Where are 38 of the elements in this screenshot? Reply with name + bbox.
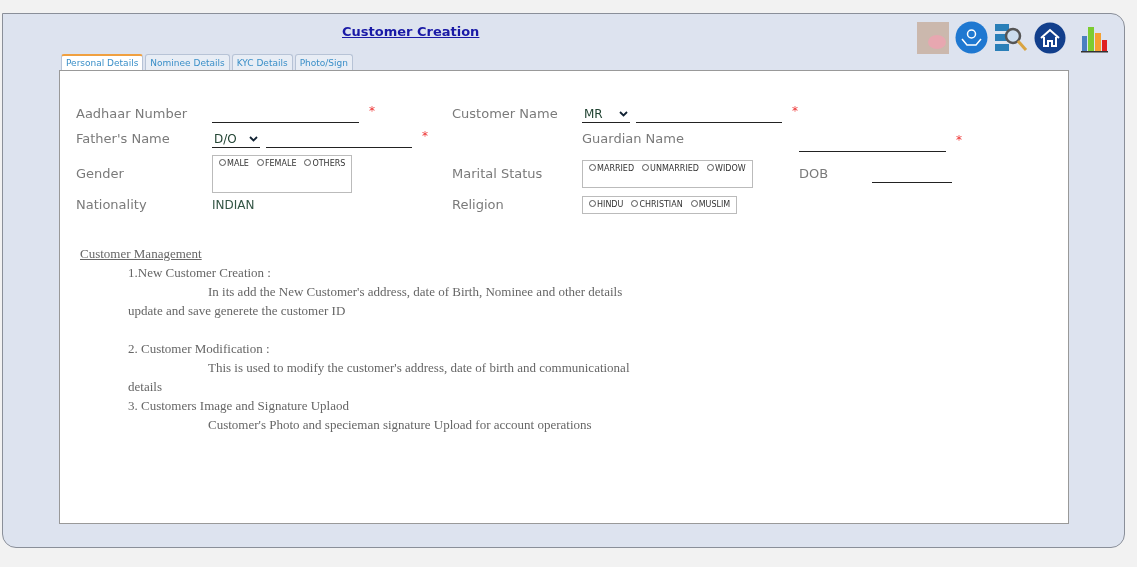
- relation-select[interactable]: D/O: [212, 130, 260, 148]
- radio-option[interactable]: OTHERS: [304, 159, 346, 168]
- field-label: Customer Name: [452, 106, 559, 121]
- radio-option[interactable]: MUSLIM: [690, 200, 731, 209]
- field-label: Religion: [452, 197, 505, 212]
- page-title[interactable]: Customer Creation: [342, 24, 480, 39]
- caret-icon: [249, 135, 258, 142]
- required-mark: *: [792, 104, 798, 118]
- field-label: Marital Status: [452, 166, 544, 181]
- help-paragraph: Customer's Photo and specieman signature Upload for account operations: [207, 416, 593, 434]
- help-section-title: 2. Customer Modification :: [128, 340, 271, 358]
- radio-option[interactable]: WIDOW: [707, 164, 746, 173]
- caret-icon: [619, 110, 628, 117]
- field-label: DOB: [799, 166, 830, 181]
- radio-option[interactable]: FEMALE: [256, 159, 297, 168]
- help-section-title: 3. Customers Image and Signature Uplaod: [128, 397, 350, 415]
- field-value: INDIAN: [212, 197, 256, 212]
- required-mark: *: [422, 129, 428, 143]
- radio-option[interactable]: CHRISTIAN: [631, 200, 683, 209]
- help-section-title: 1.New Customer Creation :: [128, 264, 272, 282]
- field-label: Father's Name: [76, 131, 171, 146]
- radio-option[interactable]: MARRIED: [589, 164, 635, 173]
- field-label: Aadhaar Number: [76, 106, 188, 121]
- radio-option[interactable]: HINDU: [589, 200, 624, 209]
- tab[interactable]: Personal Details: [61, 54, 144, 70]
- search-icon[interactable]: [994, 21, 1028, 54]
- help-paragraph: In its add the New Customer's address, date of Birth, Nominee and other details update and save generete the customer ID: [128, 283, 624, 320]
- field-label: Guardian Name: [582, 131, 685, 146]
- radio-option[interactable]: MALE: [219, 159, 249, 168]
- required-mark: *: [369, 104, 375, 118]
- field-label: Nationality: [76, 197, 148, 212]
- home-icon[interactable]: [1034, 21, 1066, 54]
- help-heading: Customer Management: [80, 245, 203, 263]
- required-mark: *: [956, 133, 962, 147]
- title-select[interactable]: MR: [582, 105, 630, 123]
- help-paragraph: This is used to modify the customer's address, date of birth and communicational details: [128, 359, 631, 396]
- field-label: Gender: [76, 166, 125, 181]
- radio-option[interactable]: UNMARRIED: [642, 164, 699, 173]
